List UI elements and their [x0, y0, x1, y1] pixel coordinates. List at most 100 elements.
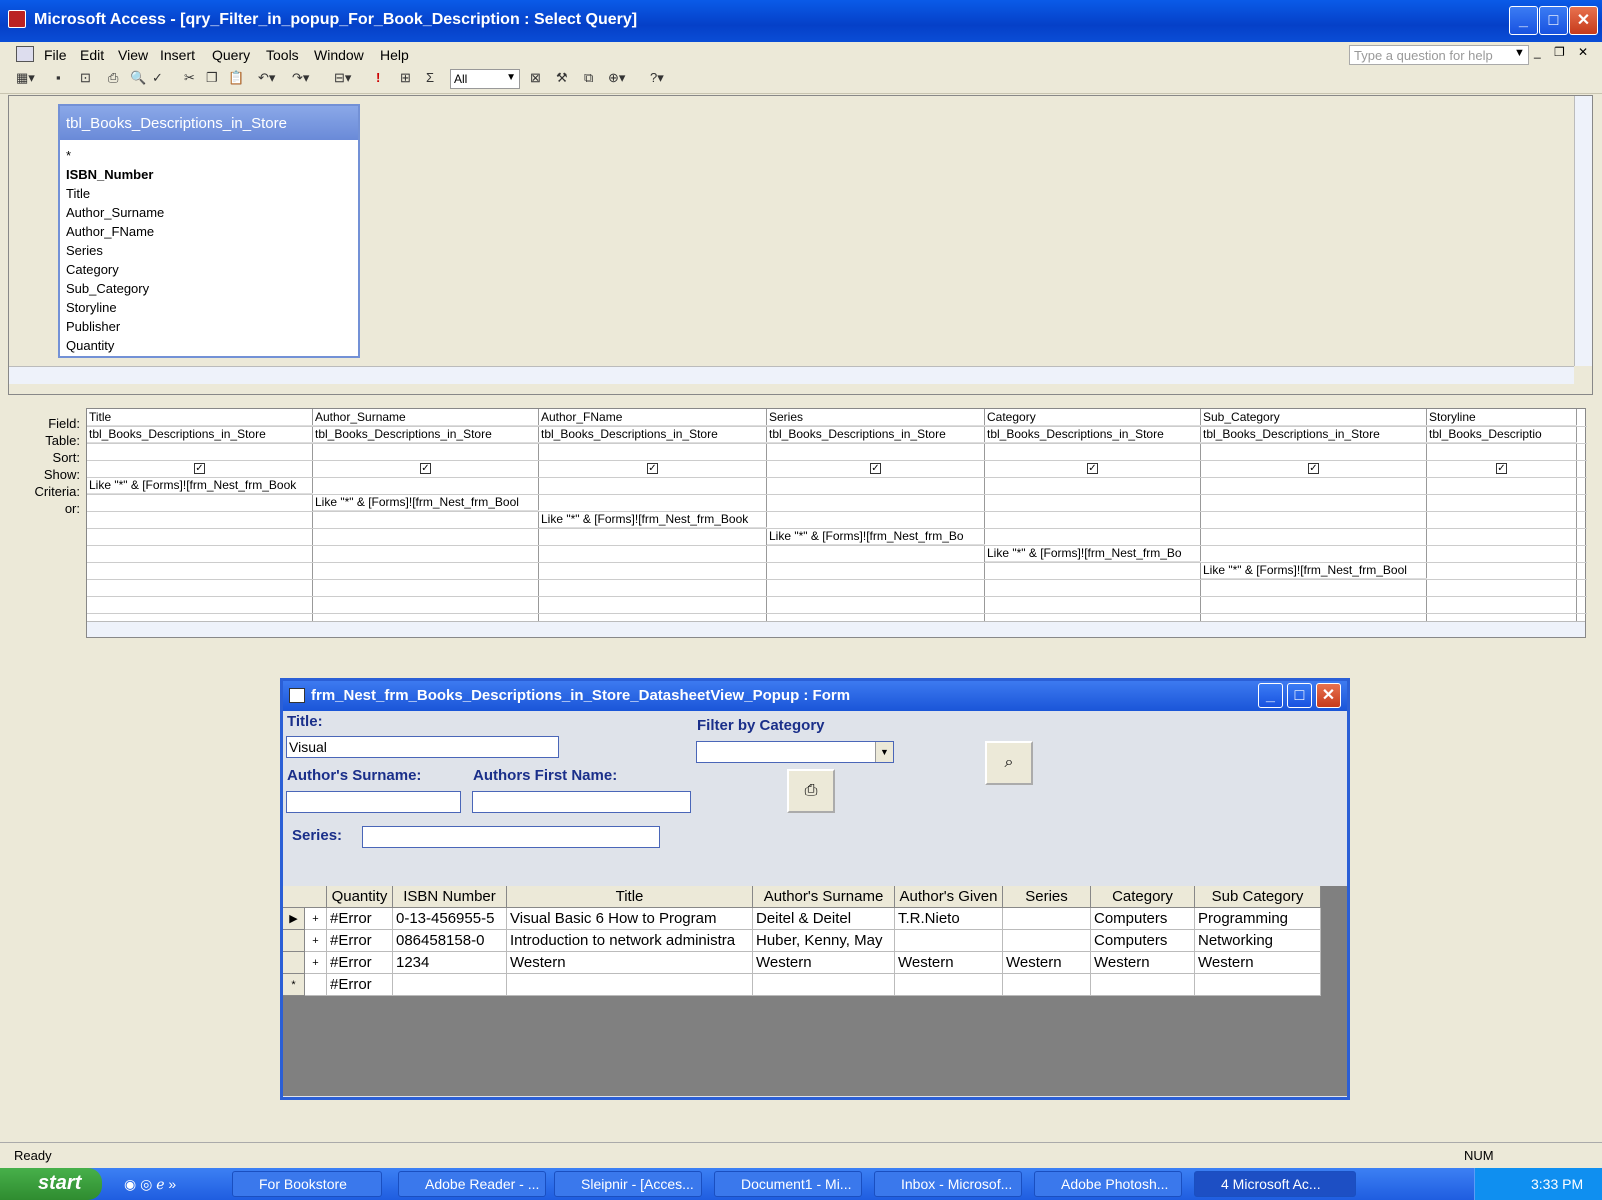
properties-icon[interactable]: ⊠	[530, 70, 541, 86]
help-icon[interactable]: ?▾	[650, 70, 664, 86]
datasheet-column-header[interactable]: Author's Surname	[753, 886, 895, 908]
grid-criteria-cell[interactable]: Like "*" & [Forms]![frm_Nest_frm_Bo	[767, 528, 985, 545]
datasheet-cell[interactable]	[393, 974, 507, 996]
datasheet-cell[interactable]	[1091, 974, 1195, 996]
field-item[interactable]: Publisher	[60, 317, 358, 336]
maximize-button[interactable]: □	[1539, 6, 1568, 35]
menu-insert[interactable]: Insert	[160, 47, 195, 63]
field-item[interactable]: ISBN_Number	[60, 165, 358, 184]
grid-field-cell[interactable]: Category	[985, 409, 1201, 426]
surname-input[interactable]	[286, 791, 461, 813]
minimize-button[interactable]: _	[1509, 6, 1538, 35]
build-icon[interactable]: ⚒	[556, 70, 568, 86]
grid-table-cell[interactable]: tbl_Books_Descriptions_in_Store	[767, 426, 985, 443]
field-item[interactable]: Author_FName	[60, 222, 358, 241]
grid-criteria-cell[interactable]: Like "*" & [Forms]![frm_Nest_frm_Book	[87, 477, 313, 494]
expand-icon[interactable]: +	[305, 930, 327, 952]
show-checkbox[interactable]: ✓	[1308, 463, 1319, 474]
cut-icon[interactable]: ✂	[184, 70, 195, 86]
datasheet-column-header[interactable]: Quantity	[327, 886, 393, 908]
grid-table-cell[interactable]: tbl_Books_Descriptions_in_Store	[539, 426, 767, 443]
grid-criteria-cell[interactable]: Like "*" & [Forms]![frm_Nest_frm_Bool	[313, 494, 539, 511]
menu-window[interactable]: Window	[314, 47, 364, 63]
datasheet-cell[interactable]	[1003, 908, 1091, 930]
record-selector[interactable]	[283, 952, 305, 974]
datasheet-cell[interactable]: Western	[507, 952, 753, 974]
grid-horizontal-scrollbar[interactable]	[87, 621, 1585, 637]
grid-field-cell[interactable]: Author_FName	[539, 409, 767, 426]
start-button[interactable]: start	[0, 1168, 102, 1200]
datasheet-cell[interactable]: Networking	[1195, 930, 1321, 952]
redo-icon[interactable]: ↷▾	[292, 70, 309, 86]
quicklaunch-icon[interactable]: ◉ ◎ ℯ »	[124, 1176, 176, 1193]
datasheet-cell[interactable]	[1003, 930, 1091, 952]
grid-criteria-cell[interactable]: Like "*" & [Forms]![frm_Nest_frm_Book	[539, 511, 767, 528]
design-grid-table[interactable]: Title tbl_Books_Descriptions_in_Store ✓ Lik…	[86, 408, 1587, 638]
datasheet-cell[interactable]: Western	[1195, 952, 1321, 974]
firstname-input[interactable]	[472, 791, 691, 813]
undo-icon[interactable]: ↶▾	[258, 70, 275, 86]
chevron-down-icon[interactable]: ▼	[506, 72, 516, 83]
menu-query[interactable]: Query	[212, 47, 250, 63]
totals-icon[interactable]: Σ	[426, 70, 434, 85]
datasheet-column-header[interactable]: Author's Given	[895, 886, 1003, 908]
show-checkbox[interactable]: ✓	[1087, 463, 1098, 474]
copy-icon[interactable]: ❐	[206, 70, 218, 86]
help-question-input[interactable]: Type a question for help	[1349, 45, 1529, 65]
menu-edit[interactable]: Edit	[80, 47, 104, 63]
datasheet-cell[interactable]: Computers	[1091, 930, 1195, 952]
show-checkbox[interactable]: ✓	[1496, 463, 1507, 474]
datasheet-column-header[interactable]: Category	[1091, 886, 1195, 908]
new-object-icon[interactable]: ⊕▾	[608, 70, 625, 86]
datasheet-cell[interactable]	[895, 974, 1003, 996]
datasheet-column-header[interactable]: Sub Category	[1195, 886, 1321, 908]
paste-icon[interactable]: 📋	[228, 70, 244, 86]
datasheet-cell[interactable]	[1195, 974, 1321, 996]
save-icon[interactable]: ▪	[56, 70, 61, 85]
record-selector[interactable]: *	[283, 974, 305, 996]
task-button[interactable]: Inbox - Microsof...	[874, 1171, 1022, 1197]
datasheet-column-header[interactable]: ISBN Number	[393, 886, 507, 908]
chevron-down-icon[interactable]: ▼	[875, 742, 893, 762]
print-icon[interactable]: ⎙	[108, 70, 118, 86]
datasheet-cell[interactable]: Visual Basic 6 How to Program	[507, 908, 753, 930]
doc-close-button[interactable]: ✕	[1578, 45, 1588, 59]
field-item[interactable]: Storyline	[60, 298, 358, 317]
datasheet-cell[interactable]: Deitel & Deitel	[753, 908, 895, 930]
datasheet-cell[interactable]: #Error	[327, 908, 393, 930]
expand-icon[interactable]: +	[305, 952, 327, 974]
view-icon[interactable]: ▦▾	[16, 70, 35, 86]
grid-field-cell[interactable]: Storyline	[1427, 409, 1577, 426]
datasheet-cell[interactable]: Western	[895, 952, 1003, 974]
datasheet-corner[interactable]	[283, 886, 327, 908]
datasheet-cell[interactable]: Western	[753, 952, 895, 974]
show-checkbox[interactable]: ✓	[194, 463, 205, 474]
datasheet-column-header[interactable]: Title	[507, 886, 753, 908]
grid-table-cell[interactable]: tbl_Books_Descriptions_in_Store	[985, 426, 1201, 443]
popup-minimize-button[interactable]: _	[1258, 683, 1283, 708]
find-button[interactable]: ⌕	[985, 741, 1033, 785]
menu-tools[interactable]: Tools	[266, 47, 299, 63]
datasheet-cell[interactable]: Western	[1003, 952, 1091, 974]
grid-table-cell[interactable]: tbl_Books_Descriptions_in_Store	[87, 426, 313, 443]
grid-field-cell[interactable]: Sub_Category	[1201, 409, 1427, 426]
datasheet-cell[interactable]: 1234	[393, 952, 507, 974]
database-window-icon[interactable]: ⧉	[584, 70, 593, 86]
field-item[interactable]: Quantity	[60, 336, 358, 355]
task-button-active[interactable]: 4 Microsoft Ac...	[1194, 1171, 1356, 1197]
top-values-combo[interactable]: All ▼	[450, 69, 520, 89]
show-checkbox[interactable]: ✓	[870, 463, 881, 474]
task-button[interactable]: Adobe Reader - ...	[398, 1171, 546, 1197]
datasheet-cell[interactable]: 0-13-456955-5	[393, 908, 507, 930]
horizontal-scrollbar[interactable]	[9, 366, 1574, 384]
doc-restore-button[interactable]: ❐	[1554, 45, 1565, 59]
record-selector[interactable]: ▶	[283, 908, 305, 930]
show-checkbox[interactable]: ✓	[420, 463, 431, 474]
datasheet-cell[interactable]	[895, 930, 1003, 952]
record-selector[interactable]	[283, 930, 305, 952]
grid-field-cell[interactable]: Title	[87, 409, 313, 426]
expand-icon[interactable]: +	[305, 908, 327, 930]
task-button[interactable]: Adobe Photosh...	[1034, 1171, 1182, 1197]
datasheet-cell[interactable]: Introduction to network administra	[507, 930, 753, 952]
datasheet-cell[interactable]: Programming	[1195, 908, 1321, 930]
